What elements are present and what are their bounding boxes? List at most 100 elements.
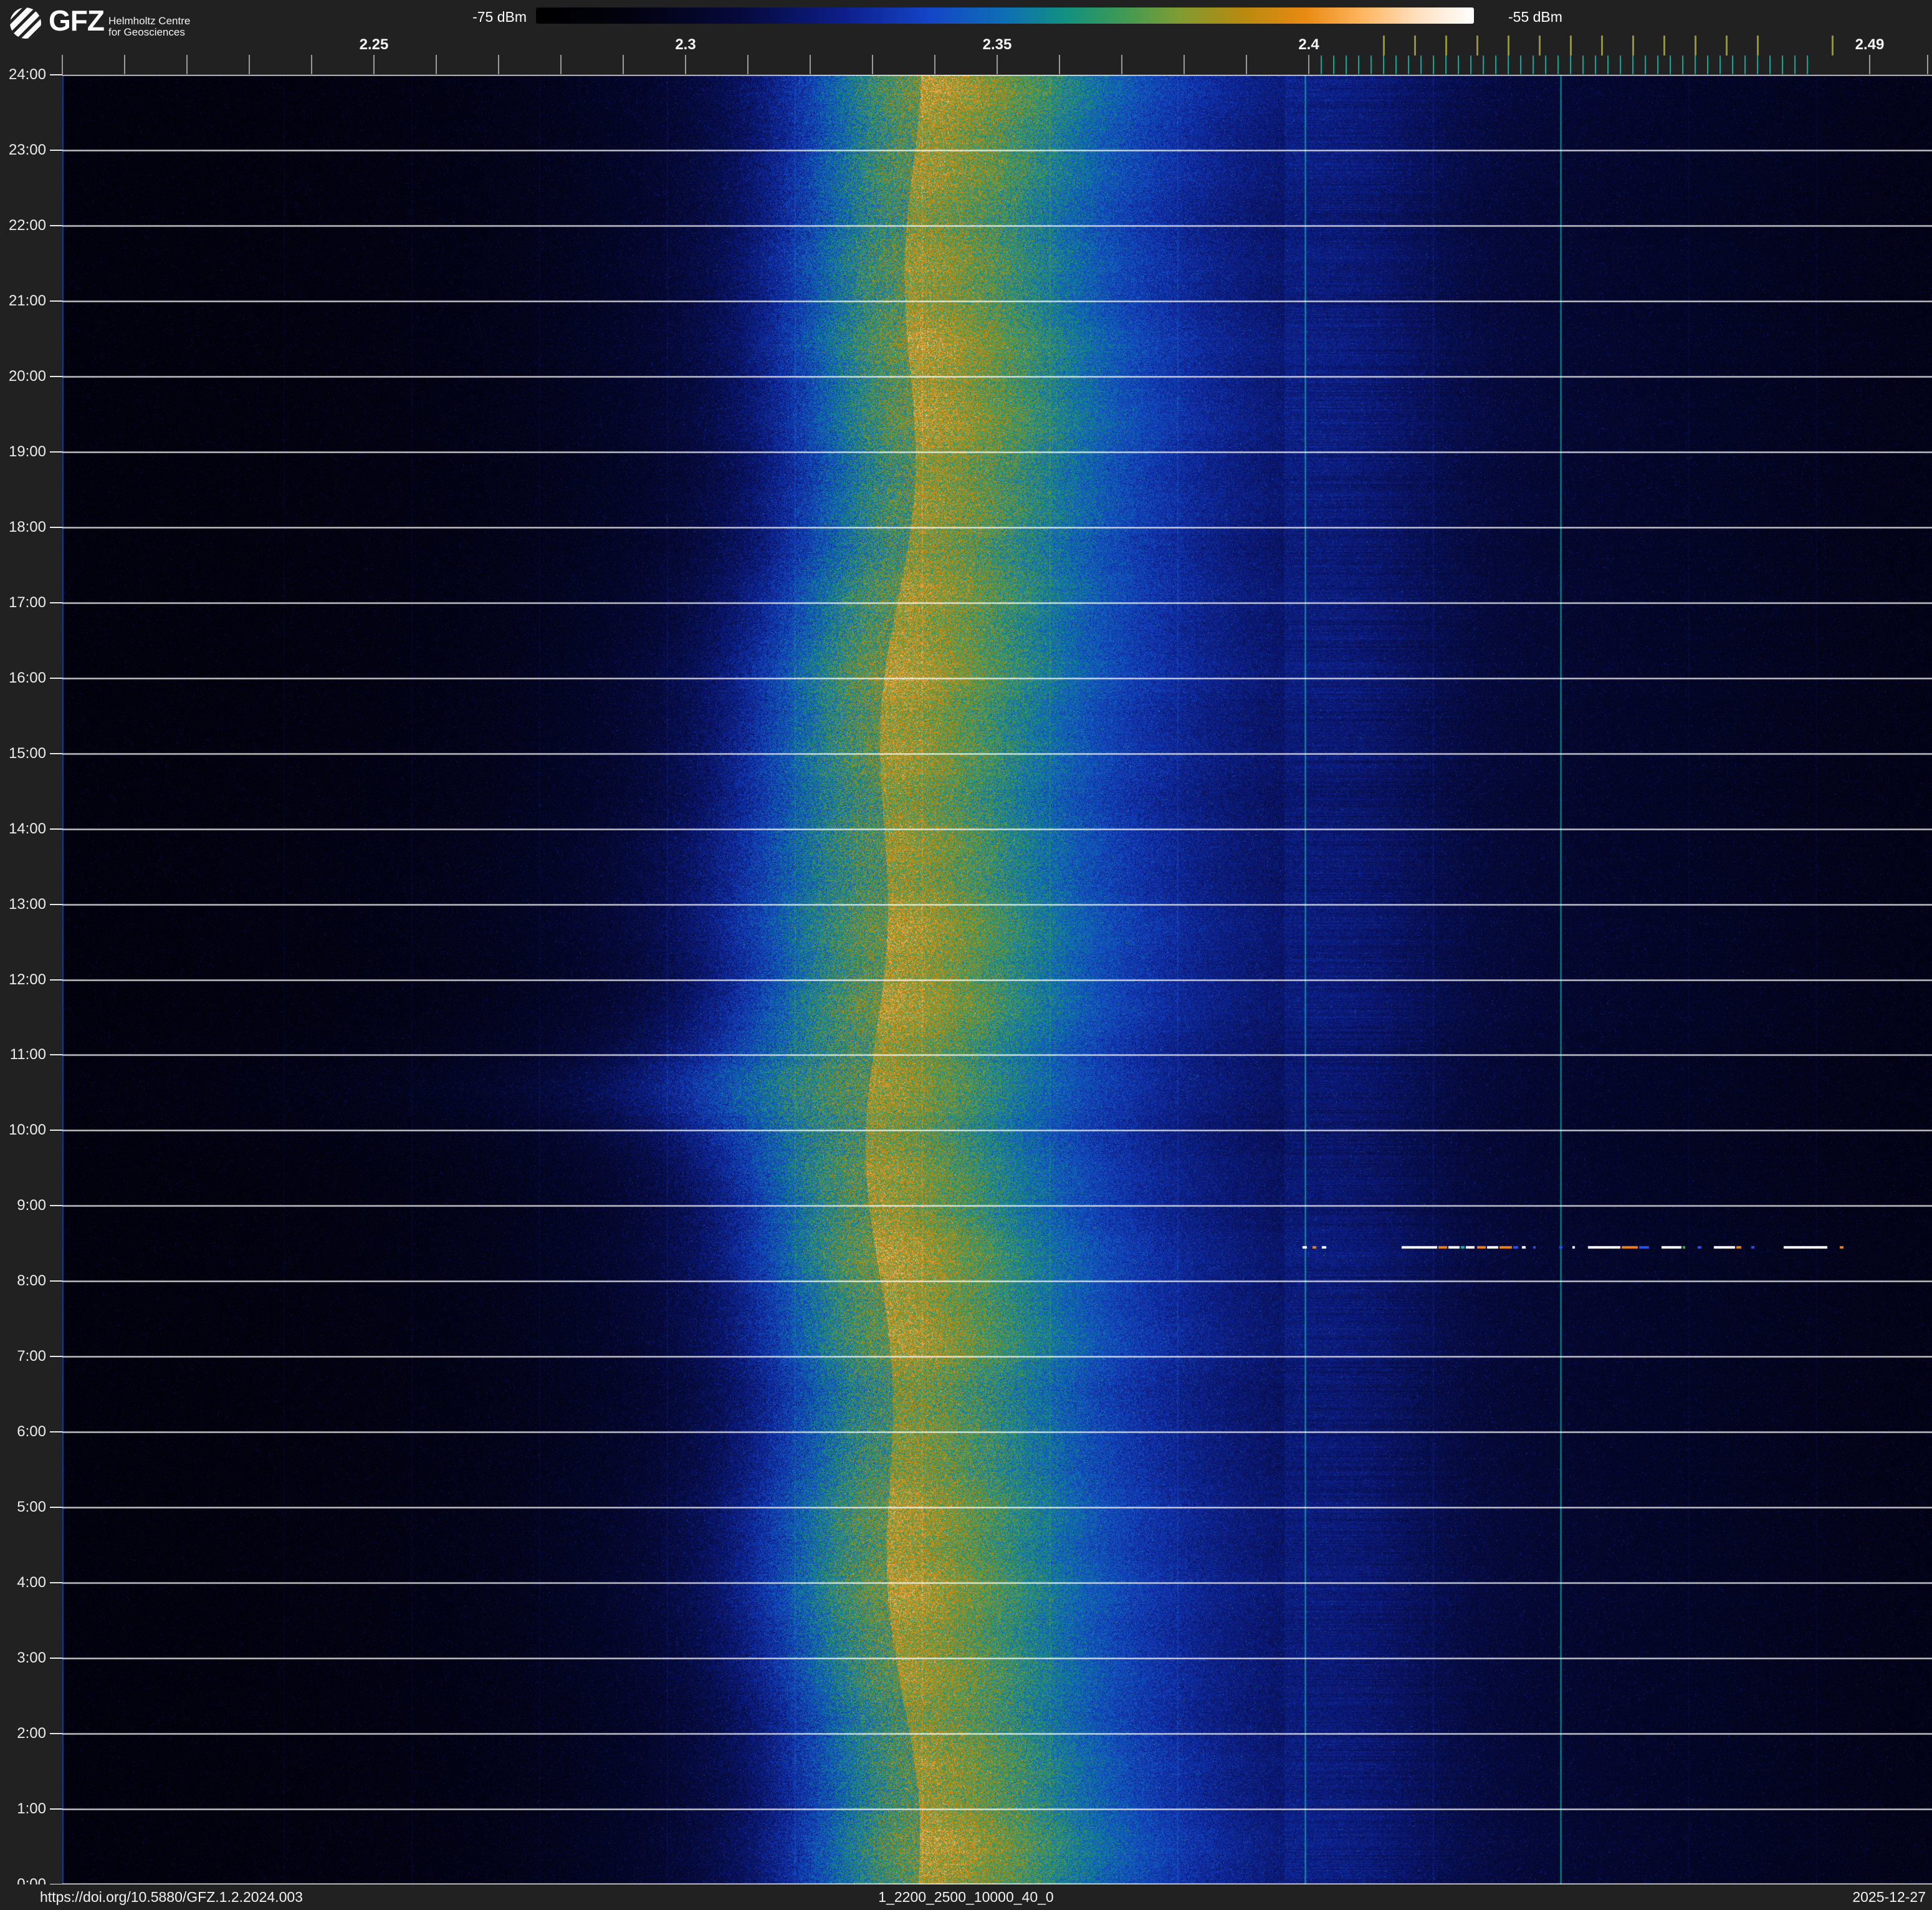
time-label: 10:00 <box>8 1121 46 1139</box>
bluetooth-channel-tick <box>1395 55 1397 74</box>
freq-tick <box>311 55 312 74</box>
time-label: 15:00 <box>8 744 46 762</box>
time-tick <box>50 903 62 905</box>
time-tick <box>50 828 62 830</box>
wifi-channel-tick <box>1695 36 1696 55</box>
time-label: 13:00 <box>8 895 46 913</box>
bluetooth-channel-tick <box>1346 55 1347 74</box>
wifi-channel-tick <box>1663 36 1665 55</box>
time-tick <box>50 1733 62 1735</box>
bluetooth-channel-tick <box>1470 55 1471 74</box>
time-tick <box>50 1356 62 1358</box>
logo-acronym: GFZ <box>49 4 105 37</box>
bluetooth-channel-tick <box>1607 55 1609 74</box>
time-label: 11:00 <box>9 1046 46 1063</box>
bluetooth-channel-tick <box>1670 55 1671 74</box>
bluetooth-channel-tick <box>1582 55 1584 74</box>
freq-tick <box>934 55 935 74</box>
freq-tick <box>186 55 188 74</box>
bluetooth-channel-tick <box>1520 55 1521 74</box>
bluetooth-channel-tick <box>1508 55 1509 74</box>
freq-tick <box>1308 55 1309 74</box>
bluetooth-channel-tick <box>1757 55 1758 74</box>
wifi-channel-tick <box>1726 36 1728 55</box>
bluetooth-channel-tick <box>1495 55 1496 74</box>
time-label: 16:00 <box>8 669 46 686</box>
time-label: 3:00 <box>17 1649 46 1667</box>
wifi-channel-tick <box>1832 36 1834 55</box>
time-label: 21:00 <box>8 292 46 309</box>
time-tick <box>50 74 62 75</box>
time-label: 6:00 <box>17 1423 46 1441</box>
wifi-channel-tick <box>1445 36 1447 55</box>
time-label: 14:00 <box>8 820 46 837</box>
wifi-channel-tick <box>1539 36 1541 55</box>
freq-tick <box>1121 55 1122 74</box>
freq-tick <box>685 55 686 74</box>
bluetooth-channel-tick <box>1807 55 1808 74</box>
bluetooth-channel-tick <box>1707 55 1708 74</box>
bluetooth-channel-tick <box>1420 55 1422 74</box>
footer-bar: https://doi.org/10.5880/GFZ.1.2.2024.003… <box>0 1884 1932 1910</box>
bluetooth-channel-tick <box>1744 55 1746 74</box>
bluetooth-channel-tick <box>1782 55 1783 74</box>
time-tick <box>50 526 62 528</box>
time-label: 1:00 <box>17 1800 46 1818</box>
freq-tick <box>1927 55 1928 74</box>
bluetooth-channel-tick <box>1545 55 1546 74</box>
bluetooth-channel-tick <box>1445 55 1447 74</box>
bluetooth-channel-tick <box>1620 55 1621 74</box>
bluetooth-channel-tick <box>1595 55 1596 74</box>
time-tick <box>50 1431 62 1433</box>
time-label: 18:00 <box>8 518 46 535</box>
time-label: 22:00 <box>8 216 46 234</box>
time-tick <box>50 602 62 603</box>
bluetooth-channel-tick <box>1719 55 1721 74</box>
time-tick <box>50 451 62 453</box>
colorbar-min-label: -75 dBm <box>472 9 527 25</box>
wifi-channel-tick <box>1383 36 1385 55</box>
time-tick <box>50 1507 62 1509</box>
spectrogram-heatmap <box>62 75 1932 1884</box>
bluetooth-channel-tick <box>1557 55 1559 74</box>
freq-tick <box>373 55 375 74</box>
time-label: 17:00 <box>8 593 46 611</box>
logo-name-line1: Helmholtz Centre <box>108 15 191 27</box>
time-label: 19:00 <box>8 443 46 460</box>
freq-tick <box>810 55 811 74</box>
bluetooth-channel-tick <box>1645 55 1646 74</box>
time-label: 12:00 <box>8 971 46 988</box>
bluetooth-channel-tick <box>1483 55 1484 74</box>
bluetooth-channel-tick <box>1383 55 1384 74</box>
time-label: 9:00 <box>17 1197 46 1214</box>
freq-tick-label: 2.4 <box>1298 36 1319 53</box>
bluetooth-channel-tick <box>1632 55 1633 74</box>
time-tick <box>50 1658 62 1659</box>
date-text: 2025-12-27 <box>1852 1889 1926 1905</box>
wifi-channel-tick <box>1508 36 1509 55</box>
freq-tick <box>872 55 873 74</box>
wifi-channel-tick <box>1414 36 1416 55</box>
bluetooth-channel-tick <box>1682 55 1683 74</box>
bluetooth-channel-tick <box>1333 55 1334 74</box>
time-tick <box>50 375 62 377</box>
bluetooth-channel-tick <box>1769 55 1771 74</box>
time-label: 7:00 <box>17 1348 46 1365</box>
bluetooth-channel-tick <box>1657 55 1658 74</box>
wifi-channel-tick <box>1476 36 1478 55</box>
bluetooth-channel-tick <box>1794 55 1796 74</box>
time-label: 23:00 <box>8 141 46 158</box>
bluetooth-channel-tick <box>1732 55 1733 74</box>
freq-tick <box>124 55 125 74</box>
bluetooth-channel-tick <box>1358 55 1359 74</box>
time-tick <box>50 300 62 302</box>
time-tick <box>50 752 62 754</box>
time-tick <box>50 1130 62 1131</box>
bluetooth-channel-tick <box>1321 55 1322 74</box>
colorbar-max-label: -55 dBm <box>1508 9 1562 25</box>
time-label: 2:00 <box>17 1725 46 1742</box>
time-label: 5:00 <box>17 1499 46 1516</box>
wifi-channel-tick <box>1601 36 1603 55</box>
freq-tick <box>1869 55 1870 74</box>
bluetooth-channel-tick <box>1408 55 1409 74</box>
